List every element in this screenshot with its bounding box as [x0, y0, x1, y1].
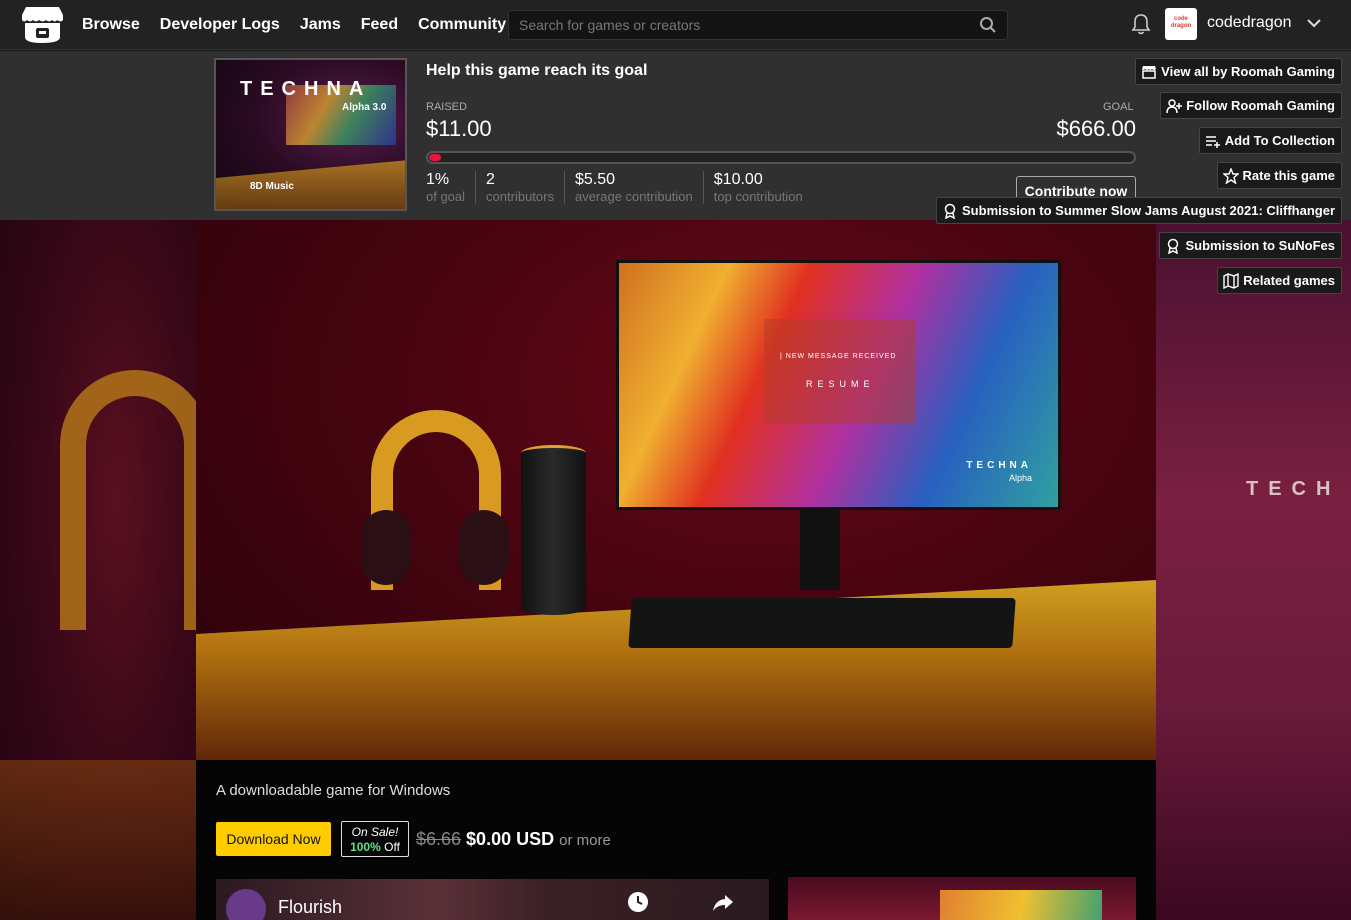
stat-value: 2 — [486, 171, 495, 188]
jam-submission-link[interactable]: Submission to Summer Slow Jams August 20… — [936, 197, 1342, 224]
notification-bell-icon[interactable] — [1131, 13, 1151, 35]
follow-creator-button[interactable]: Follow Roomah Gaming — [1160, 92, 1342, 119]
map-icon — [1223, 272, 1239, 289]
sale-badge: On Sale! 100% Off — [341, 821, 409, 857]
sale-percent: 100% — [350, 840, 381, 854]
game-info-panel: A downloadable game for Windows Download… — [196, 760, 1156, 920]
screen-message-box: | NEW MESSAGE RECEIVED RESUME — [764, 319, 916, 424]
search-icon[interactable] — [979, 16, 997, 34]
background-left-art — [0, 220, 196, 920]
cover-8d-badge: 8D Music — [250, 181, 294, 192]
store-icon — [1142, 65, 1157, 79]
game-cover-image[interactable]: TECHNA Alpha 3.0 8D Music — [214, 58, 407, 211]
cover-desk-art — [216, 160, 405, 209]
funding-progress-fill — [429, 154, 441, 161]
channel-avatar[interactable] — [226, 889, 266, 920]
stat-percent: 1% of goal — [426, 171, 477, 204]
raised-label: RAISED — [426, 101, 467, 113]
star-icon — [1222, 167, 1239, 184]
screenshot-monitor-art — [940, 890, 1102, 920]
headphone-cup-right-art — [459, 510, 509, 585]
game-actions-panel: View all by Roomah Gaming Follow Roomah … — [922, 58, 1342, 298]
view-all-label: View all by Roomah Gaming — [1161, 64, 1335, 79]
funding-stats: 1% of goal 2 contributors $5.50 average … — [426, 171, 823, 204]
rate-label: Rate this game — [1242, 168, 1335, 183]
screen-alpha-text: Alpha — [1008, 473, 1032, 483]
award-ribbon-icon — [944, 203, 956, 219]
game-banner-image: | NEW MESSAGE RECEIVED RESUME TECHNA Alp… — [196, 220, 1156, 760]
keyboard-art — [628, 598, 1016, 648]
screenshot-thumbnail[interactable] — [788, 877, 1136, 920]
video-title[interactable]: Flourish — [278, 897, 342, 918]
nav-jams-link[interactable]: Jams — [300, 16, 341, 34]
price-display: $6.66 $0.00 USD or more — [416, 829, 611, 850]
share-icon[interactable] — [712, 893, 734, 913]
stat-value: 1% — [426, 171, 450, 188]
bg-desk-art — [0, 760, 196, 920]
screen-brand-text: TECHNA — [966, 460, 1032, 471]
nav-browse-link[interactable]: Browse — [82, 16, 140, 34]
view-all-by-creator-button[interactable]: View all by Roomah Gaming — [1135, 58, 1342, 85]
stat-label: average contribution — [574, 189, 693, 204]
sale-label: On Sale! — [351, 825, 399, 839]
nav-feed-link[interactable]: Feed — [361, 16, 398, 34]
jam-submission-label: Submission to Summer Slow Jams August 20… — [962, 203, 1335, 218]
sale-off-label: Off — [384, 840, 400, 854]
background-right-art: TECH — [1156, 220, 1351, 920]
original-price: $6.66 — [416, 829, 462, 849]
stat-label: of goal — [426, 189, 466, 204]
nav-devlogs-link[interactable]: Developer Logs — [160, 16, 280, 34]
raised-amount: $11.00 — [426, 116, 492, 141]
screen-message-text: | NEW MESSAGE RECEIVED — [780, 353, 897, 360]
smart-speaker-art — [521, 445, 586, 615]
watch-later-icon[interactable] — [627, 891, 649, 913]
user-avatar[interactable]: code dragon — [1165, 8, 1197, 40]
follow-label: Follow Roomah Gaming — [1186, 98, 1335, 113]
search-input[interactable] — [509, 11, 969, 39]
chevron-down-icon[interactable] — [1306, 15, 1322, 31]
add-list-icon — [1205, 135, 1220, 148]
rate-game-button[interactable]: Rate this game — [1216, 162, 1342, 189]
add-user-icon — [1166, 98, 1183, 113]
related-games-label: Related games — [1243, 273, 1335, 288]
download-now-button[interactable]: Download Now — [216, 822, 331, 856]
itchio-logo-icon[interactable] — [22, 7, 63, 43]
game-platform-subtitle: A downloadable game for Windows — [216, 782, 451, 799]
sale-price: $0.00 USD — [466, 829, 555, 849]
stat-value: $10.00 — [713, 171, 763, 188]
nav-links: Browse Developer Logs Jams Feed Communit… — [82, 0, 506, 50]
stat-label: top contribution — [713, 189, 803, 204]
cover-subtitle: Alpha 3.0 — [342, 102, 387, 113]
screen-resume-text: RESUME — [806, 379, 875, 389]
stat-top: $10.00 top contribution — [714, 171, 813, 204]
monitor-stand-art — [800, 510, 840, 590]
stat-contributors: 2 contributors — [486, 171, 565, 204]
top-navigation: Browse Developer Logs Jams Feed Communit… — [0, 0, 1351, 50]
related-games-button[interactable]: Related games — [1217, 267, 1342, 294]
cover-title: TECHNA — [240, 78, 372, 100]
bg-techna-text: TECH — [1246, 478, 1341, 500]
add-collection-label: Add To Collection — [1224, 133, 1335, 148]
stat-value: $5.50 — [574, 171, 616, 188]
sunofes-submission-label: Submission to SuNoFes — [1185, 238, 1335, 253]
or-more-label: or more — [559, 832, 611, 849]
stat-average: $5.50 average contribution — [575, 171, 704, 204]
nav-community-link[interactable]: Community — [418, 16, 506, 34]
sunofes-submission-link[interactable]: Submission to SuNoFes — [1159, 232, 1342, 259]
stat-label: contributors — [486, 189, 554, 204]
headphone-cup-left-art — [361, 510, 411, 585]
username-label[interactable]: codedragon — [1207, 14, 1292, 32]
bg-headphones-art — [60, 370, 196, 630]
search-box — [508, 10, 1008, 40]
trailer-video-embed[interactable]: Flourish — [216, 879, 769, 920]
award-ribbon-icon — [1168, 238, 1179, 254]
fund-goal-title: Help this game reach its goal — [426, 62, 648, 79]
add-to-collection-button[interactable]: Add To Collection — [1198, 127, 1342, 154]
